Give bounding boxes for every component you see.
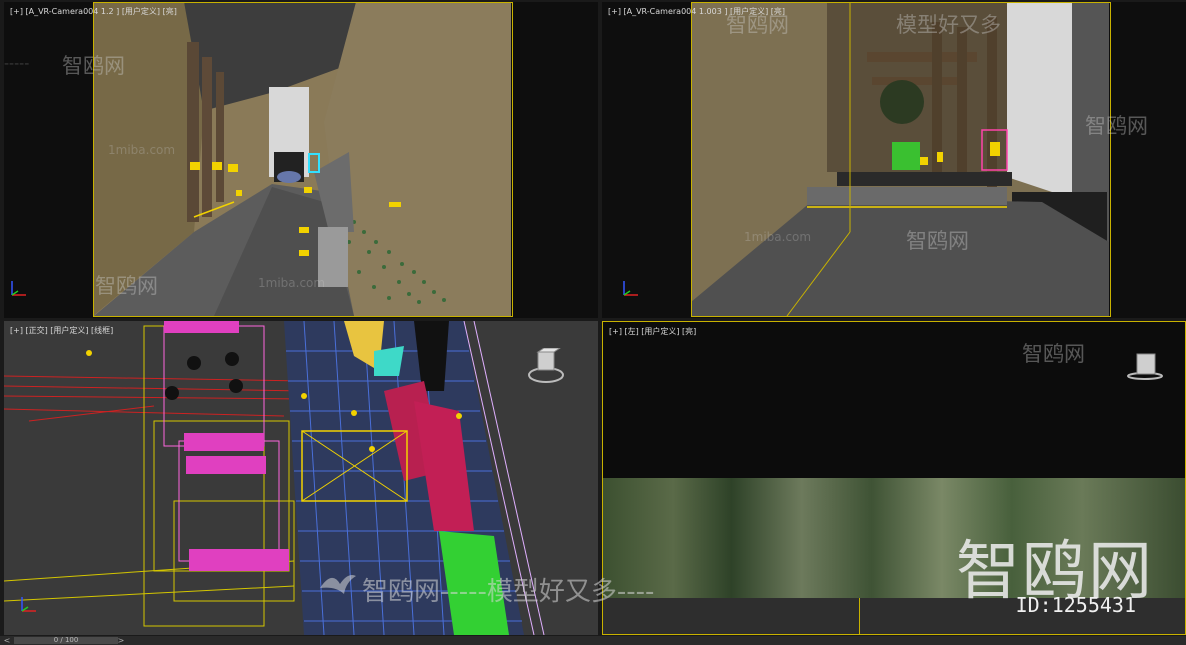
bird-logo-icon (318, 568, 358, 604)
watermark-site: 1miba.com (258, 276, 325, 290)
time-slider[interactable]: 0 / 100 (14, 637, 118, 644)
watermark-brand: 智鸥网 (95, 270, 158, 300)
watermark-brand-text: 智鸥网 (95, 274, 158, 298)
watermark-banner-text: 智鸥网-----模型好又多---- (362, 577, 655, 607)
safe-frame (691, 2, 1111, 317)
watermark-slogan: 模型好又多 (896, 9, 1001, 39)
watermark-brand: 智鸥网 (1085, 110, 1148, 140)
viewcube-icon[interactable] (526, 347, 566, 388)
watermark-brand: 智鸥网 (726, 9, 789, 39)
timeline-bar[interactable]: < 0 / 100 > (0, 636, 1186, 645)
viewport-label[interactable]: [+] [左] [用户定义] [亮] (609, 326, 696, 337)
watermark-dashes-text: ----- (4, 56, 30, 72)
watermark-brand-text: 智鸥网 (1085, 114, 1148, 138)
viewport-label[interactable]: [+] [正交] [用户定义] [线框] (10, 325, 113, 336)
viewcube-icon[interactable] (1125, 352, 1165, 382)
viewport-camera-right[interactable]: [+] [A_VR-Camera004 1.003 ] [用户定义] [亮] (602, 2, 1186, 318)
watermark-site-text: 1miba.com (258, 276, 326, 290)
watermark-site-text: 1miba.com (744, 230, 812, 244)
id-label: ID:1255431 (1015, 593, 1136, 617)
watermark-brand: 智鸥网 (62, 50, 125, 80)
watermark-brand-text: 智鸥网 (906, 229, 969, 253)
watermark-brand: 智鸥网 (906, 225, 969, 255)
watermark-site: 1miba.com (108, 143, 175, 157)
watermark-dashes: ----- (4, 56, 29, 72)
axis-gizmo-icon (620, 277, 644, 301)
watermark-slogan-text: 模型好又多 (896, 13, 1001, 37)
axis-gizmo-icon (8, 277, 32, 301)
watermark-brand-text: 智鸥网 (726, 13, 789, 37)
viewport-label[interactable]: [+] [A_VR-Camera004 1.2 ] [用户定义] [亮] (10, 6, 177, 17)
watermark-brand: 智鸥网 (1022, 338, 1085, 368)
watermark-brand-text: 智鸥网 (62, 54, 125, 78)
ground-line (859, 598, 860, 634)
watermark-site: 1miba.com (744, 230, 811, 244)
watermark-site-text: 1miba.com (108, 143, 176, 157)
next-frame-icon[interactable]: > (116, 636, 126, 645)
watermark-brand-text: 智鸥网 (1022, 342, 1085, 366)
prev-frame-icon[interactable]: < (2, 636, 12, 645)
axis-gizmo-icon (18, 593, 42, 617)
watermark-banner: 智鸥网-----模型好又多---- (362, 571, 654, 608)
